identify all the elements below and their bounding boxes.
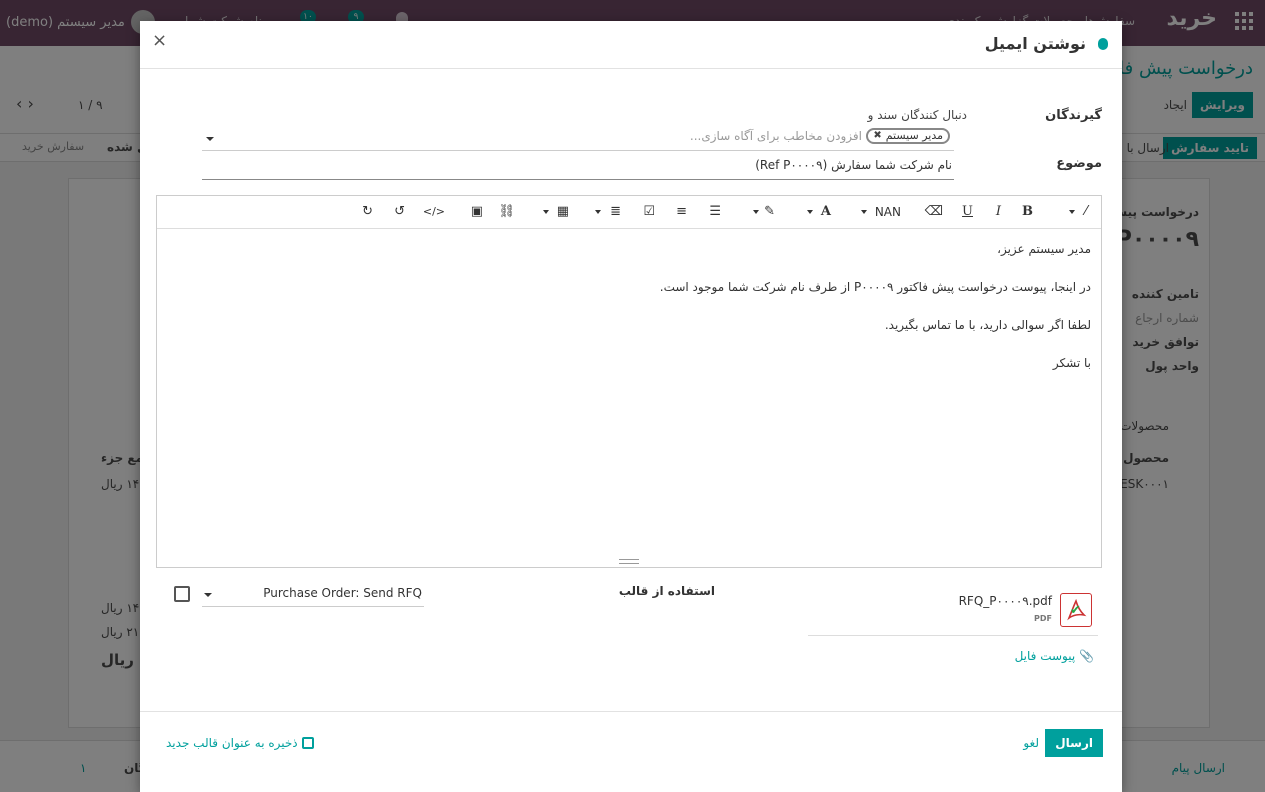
recipients-placeholder: افزودن مخاطب برای آگاه سازی... [689,129,862,143]
subject-input[interactable]: نام شرکت شما سفارش (Ref P۰۰۰۰۹) [202,154,954,180]
ordered-list-icon[interactable]: ≡ [676,204,687,220]
dropdown-caret-icon[interactable] [204,593,212,597]
redo-icon[interactable]: ↻ [362,204,373,220]
compose-email-dialog: نوشتن ایمیل × گیرندگان دنبال کنندگان سند… [140,21,1122,792]
followers-text: دنبال کنندگان سند و [867,108,967,122]
bold-icon[interactable]: B [1022,204,1033,220]
attach-file-button[interactable]: 📎 پیوست فایل [1015,649,1094,663]
image-icon[interactable]: ▣ [471,204,483,220]
dialog-header: نوشتن ایمیل × [140,21,1122,69]
body-paragraph: لطفا اگر سوالی دارید، با ما تماس بگیرید. [884,318,1091,332]
caret-icon[interactable] [753,210,759,214]
send-button[interactable]: ارسال [1045,729,1103,757]
close-icon[interactable]: × [152,30,167,51]
checklist-icon[interactable]: ☑ [643,204,655,220]
check-icon: ✔ [1070,603,1081,618]
brush-icon[interactable]: ✎ [764,204,775,220]
link-icon[interactable]: ⛓ [498,204,515,220]
html-editor[interactable]: ⁄ B I U ⌫ NAN A ✎ ☰ ≡ ☑ ≣ ▦ ⛓ ▣ </> ↺ ↻ [156,195,1102,568]
caret-icon[interactable] [543,210,549,214]
recipients-label: گیرندگان [1045,108,1102,123]
bug-icon [1098,38,1108,50]
editor-toolbar: ⁄ B I U ⌫ NAN A ✎ ☰ ≡ ☑ ≣ ▦ ⛓ ▣ </> ↺ ↻ [157,196,1101,229]
body-paragraph: با تشکر [1052,356,1091,370]
recipient-tag[interactable]: مدیر سیستم ✖ [866,128,950,144]
dialog-footer: ارسال لغو ذخیره به عنوان قالب جدید [140,711,1122,775]
external-link-icon[interactable] [174,586,190,602]
resize-handle[interactable] [619,559,639,564]
template-select[interactable]: Purchase Order: Send RFQ [202,583,424,607]
italic-icon[interactable]: I [996,204,1001,220]
unordered-list-icon[interactable]: ☰ [709,204,721,220]
template-label: استفاده از قالب [618,584,715,598]
font-size-select[interactable]: NAN [875,204,901,220]
attach-file-label: پیوست فایل [1014,649,1076,663]
paperclip-icon: 📎 [1079,649,1094,663]
caret-icon[interactable] [1069,210,1075,214]
template-value: Purchase Order: Send RFQ [263,586,422,600]
body-paragraph: مدیر سیستم عزیز، [997,242,1091,256]
email-body[interactable]: مدیر سیستم عزیز، در اینجا، پیوست درخواست… [171,240,1091,392]
caret-icon[interactable] [595,210,601,214]
caret-icon[interactable] [807,210,813,214]
save-icon [301,737,314,749]
dropdown-caret-icon[interactable] [206,137,214,141]
attachment-type: PDF [1034,614,1052,623]
body-paragraph: در اینجا، پیوست درخواست پیش فاکتور P۰۰۰۰… [659,280,1091,294]
font-color-icon[interactable]: A [821,204,831,220]
attachment-card: RFQ_P۰۰۰۰۹.pdf PDF ✔ [808,583,1098,636]
magic-wand-icon[interactable]: ⁄ [1085,204,1087,220]
save-as-template-button[interactable]: ذخیره به عنوان قالب جدید [166,736,314,750]
dialog-title: نوشتن ایمیل [984,34,1086,53]
table-icon[interactable]: ▦ [557,204,569,220]
recipients-field[interactable]: مدیر سیستم ✖ افزودن مخاطب برای آگاه سازی… [202,127,954,151]
remove-tag-icon[interactable]: ✖ [873,130,881,142]
eraser-icon[interactable]: ⌫ [925,204,943,220]
align-icon[interactable]: ≣ [610,204,621,220]
save-template-label: ذخیره به عنوان قالب جدید [166,736,298,750]
code-view-icon[interactable]: </> [423,204,445,220]
undo-icon[interactable]: ↺ [394,204,405,220]
underline-icon[interactable]: U [962,204,973,220]
subject-label: موضوع [1056,156,1102,171]
attachment-name[interactable]: RFQ_P۰۰۰۰۹.pdf [959,594,1052,608]
cancel-button[interactable]: لغو [1023,736,1039,750]
caret-icon[interactable] [861,210,867,214]
recipient-tag-label: مدیر سیستم [885,129,943,142]
